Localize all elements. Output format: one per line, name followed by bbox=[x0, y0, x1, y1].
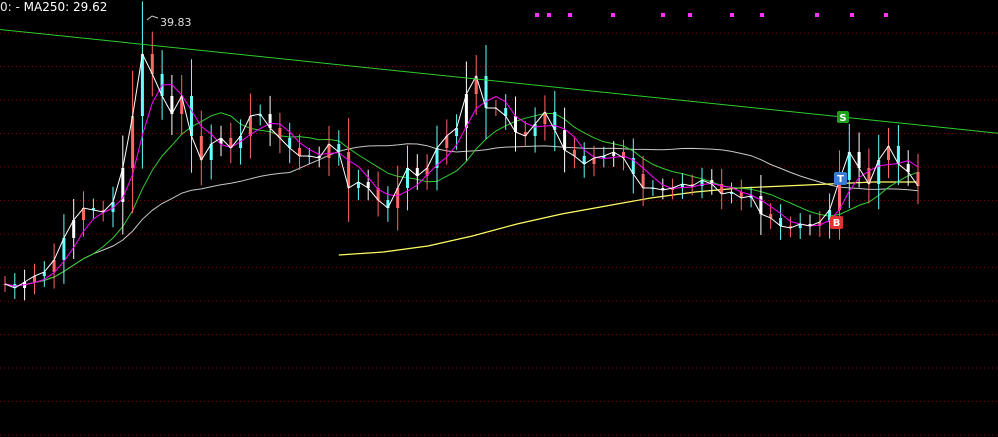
top-markers bbox=[535, 13, 888, 17]
marker-dash bbox=[547, 13, 551, 17]
marker-dash bbox=[535, 13, 539, 17]
marker-dash bbox=[611, 13, 615, 17]
marker-dash bbox=[760, 13, 764, 17]
signal-s-label: S bbox=[839, 113, 846, 124]
marker-dash bbox=[661, 13, 665, 17]
marker-dash bbox=[568, 13, 572, 17]
ma250-value: 29.62 bbox=[73, 0, 108, 14]
marker-dash bbox=[884, 13, 888, 17]
marker-dash bbox=[688, 13, 692, 17]
peak-annotation: 39.83 bbox=[146, 15, 192, 29]
peak-label: 39.83 bbox=[160, 16, 192, 29]
grid-lines bbox=[0, 32, 998, 436]
marker-dash bbox=[815, 13, 819, 17]
signal-t-badge: T bbox=[834, 172, 847, 185]
price-chart: 39.83 S T B bbox=[0, 1, 998, 436]
peak-pointer bbox=[146, 15, 159, 21]
signal-b-label: B bbox=[833, 218, 841, 229]
marker-dash bbox=[730, 13, 734, 17]
signal-s-badge: S bbox=[837, 111, 849, 124]
signal-b-badge: B bbox=[830, 216, 843, 229]
signal-t-label: T bbox=[837, 174, 844, 185]
indicator-header: 0: - MA250: 29.62 bbox=[0, 0, 107, 14]
ma250-label: MA250: bbox=[23, 0, 70, 14]
price-bars bbox=[3, 1, 920, 301]
marker-dash bbox=[850, 13, 854, 17]
indicator-prefix: 0: - bbox=[0, 0, 20, 14]
